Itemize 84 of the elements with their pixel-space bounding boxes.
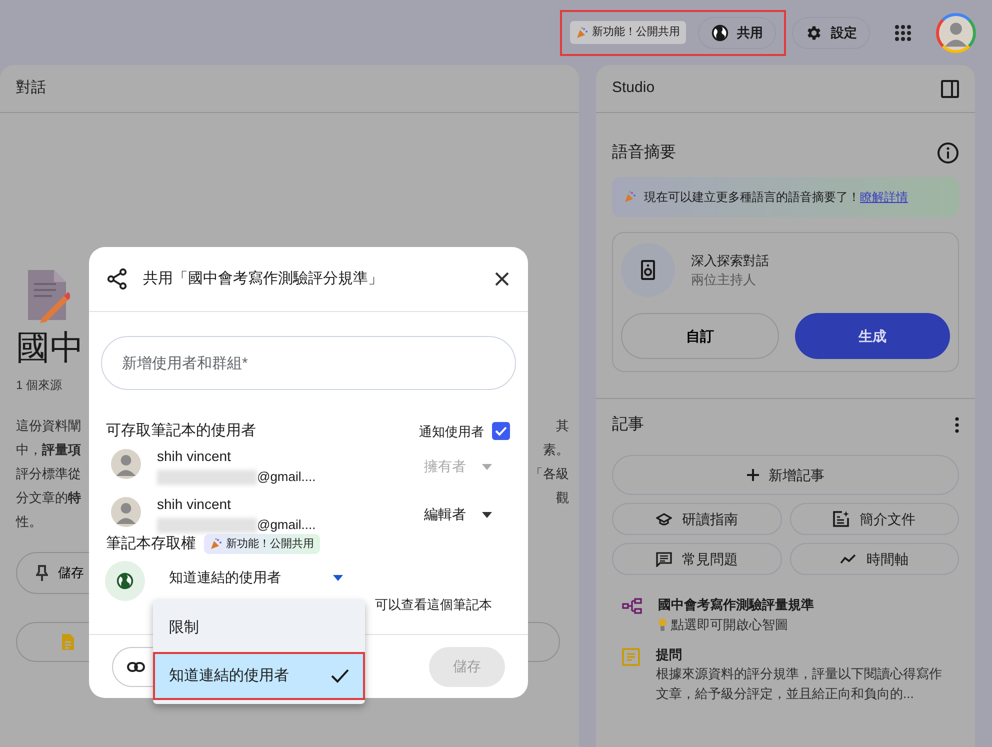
new-feature-badge: 新功能！公開共用 — [570, 21, 686, 44]
generate-button[interactable]: 生成 — [794, 313, 950, 359]
add-note-button[interactable]: 新增記事 — [612, 455, 959, 495]
add-people-field[interactable]: 新增使用者和群組* — [101, 336, 516, 390]
role-label: 擁有者 — [424, 457, 466, 476]
note-title[interactable]: 國中會考寫作測驗評量規準 — [658, 595, 814, 614]
tool-button[interactable]: 研讀指南 — [612, 503, 782, 535]
section-title: 記事 — [612, 414, 644, 435]
note-icon — [622, 648, 640, 666]
note-text: 點選即可開啟心智圖 — [671, 616, 788, 634]
panel-title: 對話 — [16, 78, 46, 98]
apps-grid-icon[interactable] — [894, 24, 912, 42]
check-icon — [331, 669, 349, 683]
user-email: @gmail.... — [257, 516, 316, 534]
note-text: 根據來源資料的評分規準，評量以下閱讀心得寫作文章，給予級分評定，並且給正向和負向的... — [656, 665, 943, 703]
summary-text: 性。 — [16, 513, 42, 531]
document-pencil-icon — [26, 268, 70, 324]
close-icon[interactable] — [494, 271, 510, 287]
tool-button[interactable]: 簡介文件 — [790, 503, 959, 535]
globe-icon — [711, 24, 729, 42]
banner-text: 現在可以建立更多種語言的語音摘要了！瞭解詳情 — [644, 189, 908, 206]
party-popper-icon — [210, 538, 222, 550]
summary-text: 這份資料闡 — [16, 417, 81, 435]
note-title[interactable]: 提問 — [656, 644, 951, 664]
account-avatar[interactable] — [936, 12, 976, 52]
panel-title: Studio — [612, 78, 655, 98]
user-avatar — [111, 448, 141, 478]
check-icon — [495, 426, 507, 436]
share-button[interactable]: 共用 — [698, 16, 776, 48]
caret-icon — [482, 512, 492, 518]
dialog-title: 共用「國中會考寫作測驗評分規準」 — [143, 268, 384, 289]
summary-text: 「各級 — [530, 465, 569, 483]
section-heading: 可存取筆記本的使用者 — [106, 421, 256, 441]
summary-text: 中，評量項 — [16, 441, 81, 459]
user-name: shih vincent — [157, 495, 231, 514]
menu-item[interactable]: 限制 — [153, 604, 365, 652]
card-subtitle: 兩位主持人 — [691, 271, 756, 289]
caret-icon — [482, 464, 492, 470]
access-select[interactable]: 知道連結的使用者 — [169, 567, 343, 588]
menu-item[interactable]: 知道連結的使用者 — [153, 652, 365, 700]
notify-checkbox[interactable] — [492, 422, 510, 440]
chat-list-icon — [656, 552, 672, 566]
access-description: 可以查看這個筆記本 — [375, 597, 492, 612]
tool-button[interactable]: 常見問題 — [612, 543, 782, 575]
user-name: shih vincent — [157, 447, 231, 466]
card-title: 深入探索對話 — [691, 252, 769, 270]
link-icon — [127, 662, 145, 672]
user-avatar — [111, 496, 141, 526]
document-icon — [61, 633, 75, 651]
pin-icon — [36, 565, 48, 581]
summary-text: 素。 — [543, 441, 569, 459]
customize-button[interactable]: 自訂 — [621, 313, 778, 359]
summary-text: 其 — [556, 417, 569, 435]
party-popper-icon — [576, 26, 588, 38]
summary-text: 分文章的特 — [16, 489, 81, 507]
source-count: 1 個來源 — [16, 377, 62, 394]
mind-map-icon — [622, 598, 642, 614]
lightbulb-icon — [658, 618, 667, 632]
summary-text: 評分標準從 — [16, 465, 81, 483]
notify-label: 通知使用者 — [419, 422, 484, 440]
new-feature-badge: 新功能！公開共用 — [204, 534, 320, 554]
section-heading: 筆記本存取權 — [106, 534, 196, 554]
globe-icon — [116, 572, 134, 590]
user-email: @gmail.... — [257, 468, 316, 486]
caret-icon — [333, 574, 343, 580]
learn-more-link[interactable]: 瞭解詳情 — [860, 190, 908, 204]
role-label[interactable]: 編輯者 — [424, 504, 466, 525]
speaker-icon — [641, 260, 655, 280]
avatar-silhouette-icon — [939, 16, 973, 50]
share-icon — [107, 268, 127, 290]
trend-line-icon — [840, 554, 856, 564]
party-popper-icon — [624, 191, 636, 203]
notebook-title: 國中 — [16, 328, 84, 368]
section-title: 語音摘要 — [612, 142, 676, 163]
document-sparkle-icon — [833, 511, 850, 527]
settings-icon — [805, 24, 823, 42]
info-icon[interactable] — [937, 142, 959, 164]
summary-text: 觀 — [556, 489, 569, 507]
panel-toggle-icon[interactable] — [941, 80, 959, 98]
settings-button[interactable]: 設定 — [792, 16, 870, 48]
plus-icon — [746, 469, 758, 481]
tool-button[interactable]: 時間軸 — [790, 543, 959, 575]
graduation-cap-icon — [656, 512, 672, 526]
more-options-icon[interactable] — [955, 417, 959, 433]
